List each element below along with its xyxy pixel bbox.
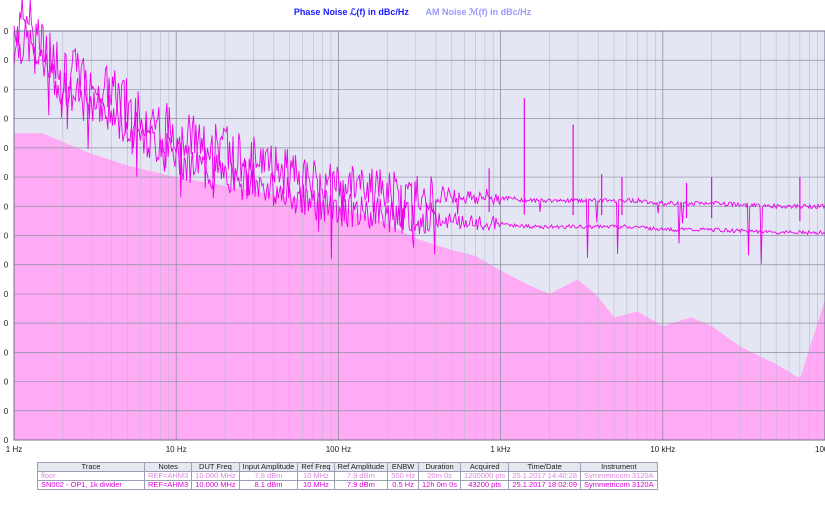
legend-cell: 10.000 MHz: [191, 480, 240, 490]
legend-cell: Symmetricom 3120A: [580, 480, 658, 490]
x-tick-label: 100 Hz: [326, 445, 351, 454]
x-axis-tick-labels: 1 Hz 10 Hz 100 Hz 1 kHz 10 kHz 100 kHz: [6, 445, 825, 454]
legend-cell: 8.1 dBm: [238, 480, 299, 490]
x-tick-label: 100 kHz: [815, 445, 825, 454]
y-tick-label: 0: [4, 173, 9, 182]
y-tick-label: 0: [4, 85, 9, 94]
y-tick-label: 0: [4, 319, 9, 328]
x-tick-label: 1 Hz: [6, 445, 22, 454]
legend-cell: 7.9 dBm: [333, 480, 389, 490]
y-tick-label: 0: [4, 436, 9, 445]
legend-cell: SN002 - OP1, 1k divider: [37, 480, 145, 490]
y-axis-tick-labels: 0 0 0 0 0 0 0 0 0 0 0 0 0 0 0: [4, 27, 9, 445]
legend-cell: 25.1.2017 18:02:09: [508, 480, 581, 490]
y-tick-label: 0: [4, 348, 9, 357]
phase-noise-chart: 0 0 0 0 0 0 0 0 0 0 0 0 0 0 0 1 Hz 10 Hz 100 Hz 1 kHz 10 k…: [4, 0, 825, 454]
legend-cell: 10 MHz: [297, 480, 335, 490]
y-tick-label: 0: [4, 27, 9, 36]
x-tick-label: 10 kHz: [650, 445, 675, 454]
x-tick-label: 1 kHz: [490, 445, 510, 454]
legend-row[interactable]: SN002 - OP1, 1k divider REF=AHM3 10.000 MH…: [37, 480, 658, 490]
legend-cell: 0.5 Hz: [387, 480, 420, 490]
legend-cell: REF=AHM3: [143, 480, 193, 490]
trace-legend-table: Trace Notes DUT Freq Input Amplitude Ref Fre…: [37, 462, 658, 490]
y-tick-label: 0: [4, 261, 9, 270]
y-tick-label: 0: [4, 115, 9, 124]
y-tick-label: 0: [4, 144, 9, 153]
legend-cell: 43200 pts: [460, 480, 510, 490]
y-tick-label: 0: [4, 232, 9, 241]
x-tick-label: 10 Hz: [166, 445, 187, 454]
y-tick-label: 0: [4, 407, 9, 416]
legend-cell: 12h 0m 0s: [418, 480, 462, 490]
y-tick-label: 0: [4, 290, 9, 299]
y-tick-label: 0: [4, 56, 9, 65]
y-tick-label: 0: [4, 378, 9, 387]
y-tick-label: 0: [4, 202, 9, 211]
legend-body: floor REF=AHM3 10.000 MHz 7.8 dBm 10 MHz 7.9 …: [37, 471, 658, 490]
